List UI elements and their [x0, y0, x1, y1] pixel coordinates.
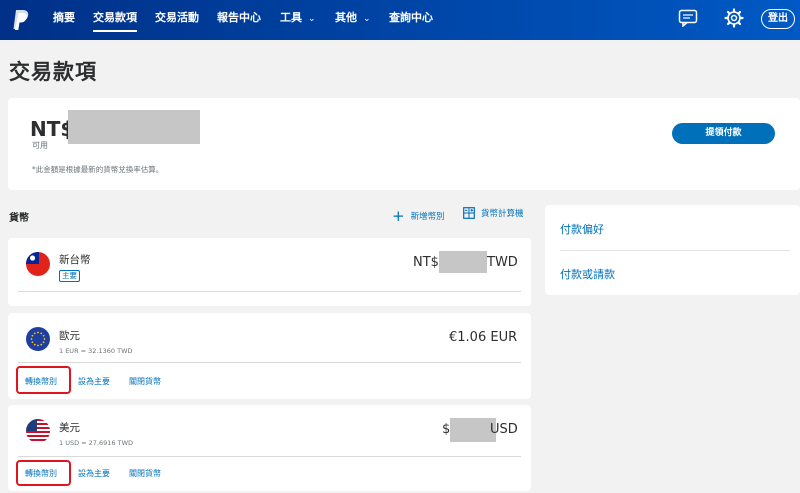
nav-summary[interactable]: 摘要: [53, 0, 75, 40]
nav-more-label: 其他: [335, 11, 357, 24]
amount-redacted: [439, 251, 487, 273]
logout-button[interactable]: 登出: [761, 9, 795, 29]
convert-currency-link[interactable]: 轉換幣別: [25, 376, 57, 387]
us-flag-icon: [26, 419, 50, 443]
divider: [18, 291, 521, 292]
primary-badge: 主要: [59, 270, 80, 282]
message-center-icon[interactable]: [678, 9, 698, 27]
currency-name: 歐元: [59, 330, 80, 342]
page-title: 交易款項: [9, 60, 97, 84]
amount-suffix: USD: [490, 422, 518, 437]
calculator-label: 貨幣計算機: [481, 209, 524, 219]
exchange-rate: 1 USD = 27.6916 TWD: [59, 439, 134, 447]
nav-resolution-center[interactable]: 查詢中心: [389, 0, 433, 40]
paypal-logo[interactable]: [12, 9, 30, 31]
nav-activity[interactable]: 交易活動: [155, 0, 199, 40]
balance-note: *此金額是根據最新的貨幣兌換率估算。: [32, 165, 164, 174]
nav-more[interactable]: 其他 ⌄: [335, 0, 371, 40]
add-currency-link[interactable]: + 新增幣別: [392, 207, 445, 225]
chevron-down-icon: ⌄: [308, 14, 316, 24]
add-currency-label: 新增幣別: [410, 212, 445, 222]
currency-card-twd[interactable]: 新台幣 主要 NT$ TWD: [8, 238, 531, 306]
currency-card-usd: 美元 1 USD = 27.6916 TWD $ USD 轉換幣別 設為主要 關…: [8, 405, 531, 491]
top-nav: 摘要 交易款項 交易活動 報告中心 工具 ⌄ 其他 ⌄ 查詢中心 登出: [0, 0, 800, 40]
taiwan-flag-icon: [26, 252, 50, 276]
side-panel: 付款偏好 付款或請款: [545, 205, 800, 295]
gear-icon[interactable]: [724, 8, 744, 28]
nav-tools[interactable]: 工具 ⌄: [280, 0, 316, 40]
close-currency-link[interactable]: 關閉貨幣: [129, 468, 161, 479]
withdraw-button[interactable]: 提領付款: [672, 123, 775, 144]
nav-reports[interactable]: 報告中心: [217, 0, 261, 40]
amount-prefix: NT$: [413, 255, 439, 270]
convert-currency-link[interactable]: 轉換幣別: [25, 468, 57, 479]
calculator-icon: [463, 207, 475, 219]
send-request-link[interactable]: 付款或請款: [560, 266, 615, 282]
currency-amount: €1.06 EUR: [449, 330, 518, 345]
currencies-heading: 貨幣: [9, 213, 29, 224]
payment-preferences-link[interactable]: 付款偏好: [560, 221, 604, 237]
eu-flag-icon: [26, 327, 50, 351]
currency-card-eur: 歐元 1 EUR = 32.1360 TWD €1.06 EUR 轉換幣別 設為…: [8, 313, 531, 399]
chevron-down-icon: ⌄: [363, 14, 371, 24]
amount-suffix: TWD: [487, 255, 518, 270]
divider: [18, 456, 521, 457]
currency-name: 美元: [59, 422, 80, 434]
nav-tools-label: 工具: [280, 11, 302, 24]
close-currency-link[interactable]: 關閉貨幣: [129, 376, 161, 387]
exchange-rate: 1 EUR = 32.1360 TWD: [59, 347, 133, 355]
divider: [18, 362, 521, 363]
balance-card: NT$ 可用 *此金額是根據最新的貨幣兌換率估算。 提領付款: [8, 98, 800, 190]
balance-label: 可用: [32, 141, 48, 150]
set-primary-link[interactable]: 設為主要: [78, 468, 110, 479]
plus-icon: +: [392, 207, 405, 225]
set-primary-link[interactable]: 設為主要: [78, 376, 110, 387]
currency-name: 新台幣: [59, 254, 91, 266]
currency-calculator-link[interactable]: 貨幣計算機: [463, 207, 524, 219]
balance-redacted: [68, 110, 200, 144]
divider: [560, 250, 790, 251]
nav-payments[interactable]: 交易款項: [93, 0, 137, 40]
